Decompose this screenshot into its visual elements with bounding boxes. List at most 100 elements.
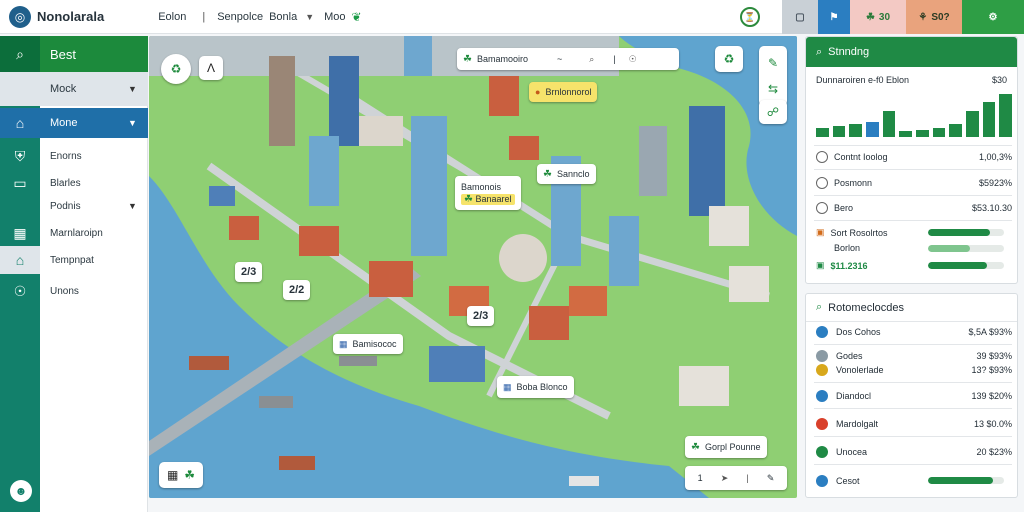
map-search-bar[interactable]: ☘ Bamamooiro ~ ⌕ | ☉ — [457, 48, 679, 70]
standing-row[interactable]: Posmonn $5923% — [816, 177, 1012, 189]
building-icon: ▦ — [166, 468, 179, 482]
flag-button[interactable]: ⚑ — [818, 0, 850, 34]
city-map[interactable]: ♻ Λ ☘ Bamamooiro ~ ⌕ | ☉ ♻ ✎ ⇆ ☍ ● Brnlo… — [149, 36, 797, 498]
progress-bar-c — [928, 262, 1004, 269]
pencil-icon: ✎ — [767, 56, 779, 70]
rotunda — [499, 234, 547, 282]
standing-bar — [866, 121, 879, 137]
standing-subtitle: Dunnaroiren e-f0 Eblon — [816, 75, 910, 85]
progress-bar-b — [928, 245, 1004, 252]
clock-icon[interactable]: ⏳ — [740, 7, 760, 27]
globe-logo-icon[interactable]: ◎ — [9, 5, 31, 28]
house — [359, 116, 403, 146]
house — [509, 136, 539, 160]
layers-button[interactable]: ▦ ☘ — [159, 462, 203, 488]
sidebar-item-best[interactable]: ⌕ Best — [0, 36, 148, 72]
trash-button[interactable]: ▢ — [782, 0, 818, 34]
map-label-b-text: Banaarel — [475, 193, 512, 204]
house — [709, 206, 749, 246]
standing-bar — [999, 93, 1012, 137]
map-label-f-text: Gorpl Pounne — [704, 442, 761, 452]
user-icon[interactable]: ☻ — [10, 480, 32, 502]
swap-icon: ⇆ — [767, 82, 779, 96]
map-label-f[interactable]: ☘ Gorpl Pounne — [685, 436, 767, 458]
standing-bar — [832, 126, 846, 137]
leaf-icon: ☘ — [184, 468, 196, 482]
leaf-icon[interactable]: ❦ — [352, 10, 362, 24]
map-tag-3[interactable]: 2/3 — [467, 306, 495, 326]
resource-orange-value: S0? — [931, 11, 950, 23]
list-item[interactable]: Unocea 20 $23% — [816, 446, 1012, 458]
flag-icon: ⚑ — [829, 11, 839, 23]
boat — [339, 356, 377, 366]
building-icon: ▦ — [13, 224, 27, 241]
shield-icon: ⛨ — [14, 147, 26, 164]
boat — [569, 476, 599, 486]
search-icon[interactable]: ⌕ — [589, 54, 594, 65]
sidebar-item-5[interactable]: ⌂ Tempnpat — [0, 246, 148, 274]
pin-icon: ● — [535, 87, 541, 97]
recommended-header: ⌕ Rotomeclocdes — [806, 294, 1017, 322]
sidebar-item-1[interactable]: ⛨ Enorns — [0, 144, 148, 168]
progress-bar-a — [928, 229, 1004, 236]
list-item[interactable]: Godes 39 $93% — [816, 350, 1012, 362]
resource-pink-button[interactable]: ☘ 30 — [850, 0, 906, 34]
box-icon: ▣ — [816, 227, 825, 237]
nav-item-4[interactable]: Moo — [324, 11, 345, 23]
circle-icon — [816, 151, 828, 163]
sidebar-item-2[interactable]: ▭ Blarles — [0, 171, 148, 195]
map-label-e[interactable]: ▦ Boba Blonco — [497, 376, 574, 398]
chevron-down-icon[interactable]: ▼ — [305, 12, 314, 22]
search-icon: ⌕ — [816, 45, 823, 58]
map-bottom-tools[interactable]: 1 ➤ | ✎ — [685, 466, 787, 490]
map-tools[interactable]: ✎ ⇆ — [759, 46, 787, 106]
map-label-a-text: Bamonois — [461, 181, 502, 192]
sidebar-item-4[interactable]: ▦ Marnlaroipn — [0, 221, 148, 245]
compass-icon[interactable]: ☉ — [629, 54, 637, 65]
map-label-yellow[interactable]: ● Brnlonnorol — [529, 82, 598, 102]
boat — [279, 456, 315, 470]
cursor-icon[interactable]: ➤ — [721, 473, 729, 484]
map-tag-2[interactable]: 2/2 — [283, 280, 311, 300]
sidebar-item-label: Podnis — [50, 200, 81, 212]
chevron-down-icon: ▼ — [128, 201, 137, 211]
standing-row[interactable]: Bero $53.10.30 — [816, 202, 1012, 214]
dot-icon — [816, 475, 828, 487]
standing-row[interactable]: Contnt Ioolog 1,00,3% — [816, 151, 1012, 163]
tower — [404, 36, 432, 76]
map-label-d[interactable]: ▦ Bamisococ — [333, 334, 403, 354]
sidebar-item-3[interactable]: Podnis ▼ — [0, 194, 148, 218]
list-item[interactable]: Dos Cohos $,5A $93% — [816, 326, 1012, 338]
settings-button[interactable]: ⚙ — [962, 0, 1024, 34]
map-label-e-text: Boba Blonco — [516, 382, 568, 392]
list-item[interactable]: Diandocl 139 $20% — [816, 390, 1012, 402]
map-tag-3-text: 2/3 — [473, 310, 489, 322]
dot-icon — [816, 326, 828, 338]
share-icon[interactable]: ♻ — [715, 46, 743, 72]
sidebar-item-menu[interactable]: ⌂ Mone ▼ — [0, 108, 148, 138]
recycle-icon[interactable]: ♻ — [161, 54, 191, 84]
link-icon[interactable]: ☍ — [759, 100, 787, 124]
nav-item-2[interactable]: Senpolce — [217, 11, 263, 23]
dash-icon: ~ — [557, 54, 563, 64]
sidebar-item-mock[interactable]: Mock ▼ — [0, 72, 148, 106]
sidebar-item-6[interactable]: ☉ Unons — [0, 279, 148, 303]
list-item[interactable]: Vonolerlade 13? $93% — [816, 364, 1012, 376]
pencil-icon[interactable]: ✎ — [767, 473, 775, 484]
map-tag-1[interactable]: 2/3 — [235, 262, 263, 282]
route-icon[interactable]: Λ — [199, 56, 223, 80]
map-label-a[interactable]: Bamonois ☘ Banaarel — [455, 176, 521, 210]
nav-item-1[interactable]: Eolon — [158, 11, 186, 23]
resource-orange-button[interactable]: ⚘ S0? — [906, 0, 962, 34]
nav-item-3[interactable]: Bonla — [269, 11, 297, 23]
monitor-icon: ▭ — [13, 174, 27, 191]
list-item[interactable]: Mardolgalt 13 $0.0% — [816, 418, 1012, 430]
standing-subvalue: $30 — [991, 75, 1007, 85]
house-icon: ⌂ — [0, 246, 40, 274]
sidebar-item-label: Marnlaroipn — [50, 227, 103, 239]
dot-icon — [816, 350, 828, 362]
map-label-c[interactable]: ☘ Sannclo — [537, 164, 596, 184]
sidebar-label-mock: Mock — [50, 83, 77, 95]
tower — [329, 56, 359, 146]
trash-icon: ▢ — [795, 11, 805, 23]
